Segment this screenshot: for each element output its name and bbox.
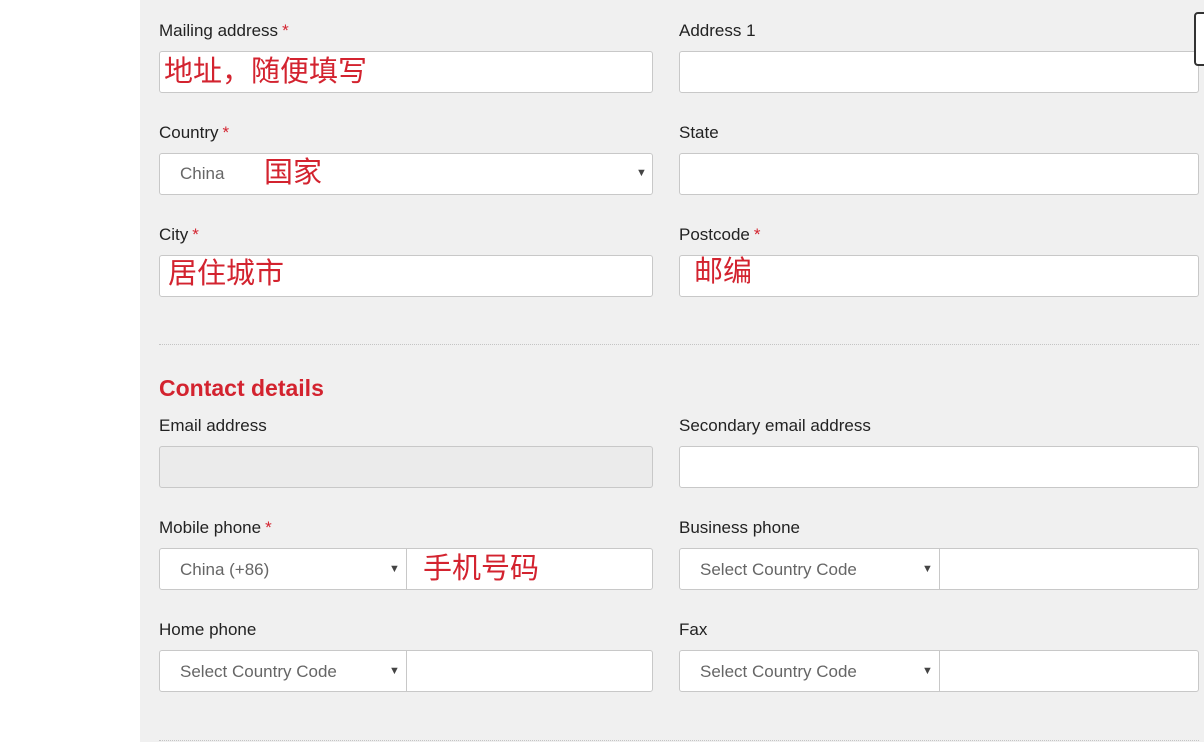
- section-divider: [159, 740, 1199, 741]
- phone-field-separator: [939, 549, 940, 589]
- state-input[interactable]: [679, 153, 1199, 195]
- secondary-email-input[interactable]: [679, 446, 1199, 488]
- country-label-text: Country: [159, 123, 219, 142]
- mobile-phone-annotation: 手机号码: [423, 551, 540, 585]
- address1-label: Address 1: [679, 21, 756, 40]
- home-phone-label: Home phone: [159, 620, 257, 639]
- scroll-handle[interactable]: [1194, 12, 1204, 66]
- chevron-down-icon: ▼: [636, 167, 647, 179]
- email-input[interactable]: [159, 446, 653, 488]
- required-asterisk: *: [753, 225, 761, 244]
- phone-field-separator: [939, 651, 940, 691]
- address1-input[interactable]: [679, 51, 1199, 93]
- country-select-value: China: [180, 164, 225, 183]
- chevron-down-icon: ▼: [922, 563, 933, 575]
- email-label: Email address: [159, 416, 267, 435]
- country-label: Country *: [159, 123, 229, 143]
- postcode-input[interactable]: [679, 255, 1199, 297]
- business-phone-label: Business phone: [679, 518, 800, 537]
- mailing-address-annotation: 地址，随便填写: [164, 54, 368, 88]
- mailing-address-label-text: Mailing address: [159, 21, 279, 40]
- country-select[interactable]: [159, 153, 653, 195]
- phone-field-separator: [406, 651, 407, 691]
- chevron-down-icon: ▼: [389, 563, 400, 575]
- postcode-label: Postcode *: [679, 225, 761, 245]
- fax-label: Fax: [679, 620, 708, 639]
- chevron-down-icon: ▼: [922, 665, 933, 677]
- home-country-code-select[interactable]: Select Country Code: [180, 662, 337, 682]
- state-label: State: [679, 123, 719, 142]
- city-label-text: City: [159, 225, 189, 244]
- mobile-phone-label: Mobile phone *: [159, 518, 272, 538]
- phone-field-separator: [406, 549, 407, 589]
- form-panel: [140, 0, 1204, 742]
- required-asterisk: *: [192, 225, 199, 244]
- postcode-annotation: 邮编: [694, 254, 753, 288]
- contact-details-heading: Contact details: [159, 375, 324, 401]
- secondary-email-label: Secondary email address: [679, 416, 871, 435]
- chevron-down-icon: ▼: [389, 665, 400, 677]
- postcode-label-text: Postcode: [679, 225, 750, 244]
- business-country-code-select[interactable]: Select Country Code: [700, 560, 857, 580]
- left-gutter: [0, 0, 140, 742]
- country-annotation: 国家: [264, 155, 323, 189]
- required-asterisk: *: [265, 518, 272, 537]
- required-asterisk: *: [222, 123, 230, 142]
- city-label: City *: [159, 225, 199, 245]
- mobile-country-code-select[interactable]: China (+86): [180, 560, 269, 580]
- city-annotation: 居住城市: [168, 256, 285, 290]
- section-divider: [159, 344, 1199, 345]
- required-asterisk: *: [282, 21, 289, 40]
- fax-country-code-select[interactable]: Select Country Code: [700, 662, 857, 682]
- mobile-phone-label-text: Mobile phone: [159, 518, 262, 537]
- mailing-address-label: Mailing address *: [159, 21, 289, 41]
